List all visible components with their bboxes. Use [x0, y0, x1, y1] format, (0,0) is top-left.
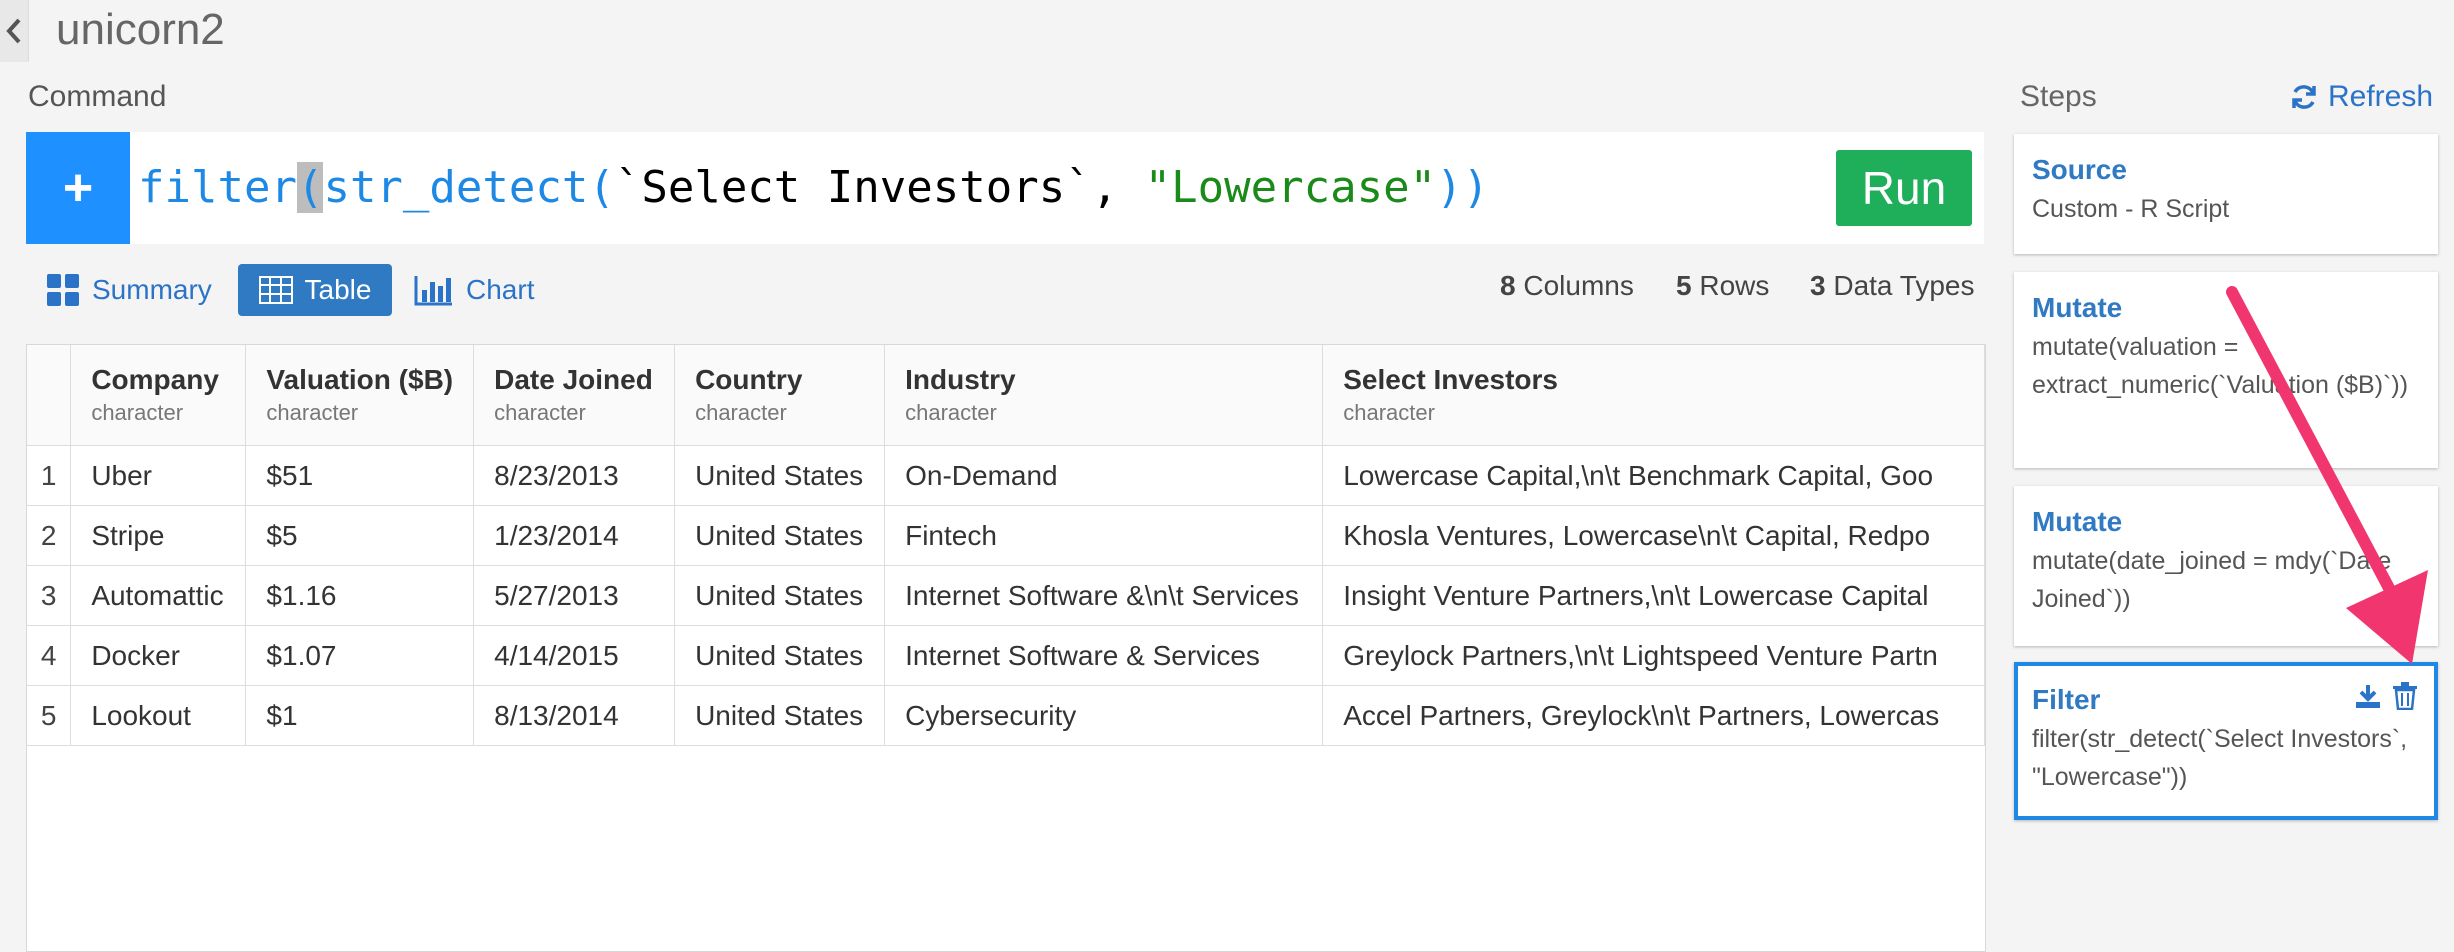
table-cell: Uber	[70, 445, 247, 506]
table-cell: $1.07	[245, 625, 475, 686]
table-row: 3 Automattic $1.16 5/27/2013 United Stat…	[27, 565, 1985, 626]
tab-chart[interactable]: Chart	[414, 264, 534, 316]
step-body: filter(str_detect(`Select Investors`, "L…	[2032, 725, 2408, 791]
table-header-row: Company character Valuation ($B) character…	[27, 345, 1985, 446]
step-card-mutate[interactable]: Mutate mutate(date_joined = mdy(`Date Jo…	[2014, 486, 2438, 646]
data-types-count: 3 Data Types	[1810, 270, 1975, 301]
table-cell: Fintech	[884, 505, 1324, 566]
page-title: unicorn2	[56, 5, 225, 54]
table-cell: United States	[674, 565, 886, 626]
table-cell: Automattic	[70, 565, 247, 626]
table-row: 1 Uber $51 8/23/2013 United States On-De…	[27, 445, 1985, 506]
table-cell: United States	[674, 625, 886, 686]
step-body: Custom - R Script	[2032, 195, 2230, 223]
table-cell: United States	[674, 445, 886, 506]
table-cell: Greylock Partners,\n\t Lightspeed Ventur…	[1322, 625, 1985, 686]
column-header[interactable]: Industry character	[884, 345, 1324, 446]
table-cell: Internet Software & Services	[884, 625, 1324, 686]
step-body: mutate(valuation = extract_numeric(`Valu…	[2032, 333, 2409, 399]
column-header[interactable]: Country character	[674, 345, 886, 446]
step-card-source[interactable]: Source Custom - R Script	[2014, 134, 2438, 254]
table-icon	[258, 276, 293, 304]
column-header[interactable]: Company character	[70, 345, 247, 446]
table-cell: Stripe	[70, 505, 247, 566]
column-header[interactable]: Date Joined character	[473, 345, 676, 446]
row-index: 1	[27, 445, 72, 506]
step-body: mutate(date_joined = mdy(`Date Joined`))	[2032, 547, 2392, 613]
grid-icon	[47, 274, 79, 306]
table-cell: Cybersecurity	[884, 685, 1324, 746]
step-title: Mutate	[2032, 292, 2123, 323]
table-cell: United States	[674, 505, 886, 566]
chevron-left-icon	[6, 18, 21, 44]
table-row: 4 Docker $1.07 4/14/2015 United States I…	[27, 625, 1985, 686]
columns-count: 8 Columns	[1500, 270, 1634, 301]
command-label: Command	[28, 80, 167, 113]
index-header	[27, 345, 72, 446]
command-text[interactable]: filter(str_detect(`Select Investors`, "L…	[138, 156, 1489, 220]
download-icon[interactable]	[2354, 682, 2382, 710]
column-header[interactable]: Select Investors character	[1322, 345, 1985, 446]
table-row: 5 Lookout $1 8/13/2014 United States Cyb…	[27, 685, 1985, 746]
step-title: Mutate	[2032, 506, 2123, 537]
step-card-mutate[interactable]: Mutate mutate(valuation = extract_numeri…	[2014, 272, 2438, 468]
refresh-button[interactable]: Refresh	[2290, 80, 2433, 114]
table-cell: United States	[674, 685, 886, 746]
run-button[interactable]: Run	[1836, 150, 1972, 226]
table-cell: Insight Venture Partners,\n\t Lowercase …	[1322, 565, 1985, 626]
table-cell: Lookout	[70, 685, 247, 746]
back-button[interactable]	[0, 0, 29, 62]
table-cell: $1	[245, 685, 475, 746]
column-header[interactable]: Valuation ($B) character	[245, 345, 475, 446]
bar-chart-icon	[414, 276, 452, 306]
step-card-filter[interactable]: Filter filter(str_detect(`Select Investo…	[2014, 662, 2438, 820]
text-cursor: (	[296, 162, 324, 213]
tab-table[interactable]: Table	[238, 264, 392, 316]
table-cell: Docker	[70, 625, 247, 686]
table-cell: $51	[245, 445, 475, 506]
plus-icon: +	[62, 159, 94, 217]
row-index: 3	[27, 565, 72, 626]
step-title: Source	[2032, 154, 2127, 185]
table-cell: On-Demand	[884, 445, 1324, 506]
row-index: 5	[27, 685, 72, 746]
data-table: Company character Valuation ($B) character…	[26, 344, 1986, 952]
table-cell: Accel Partners, Greylock\n\t Partners, L…	[1322, 685, 1985, 746]
table-cell: 8/23/2013	[473, 445, 676, 506]
table-cell: Khosla Ventures, Lowercase\n\t Capital, …	[1322, 505, 1985, 566]
table-cell: $1.16	[245, 565, 475, 626]
row-index: 2	[27, 505, 72, 566]
table-cell: 8/13/2014	[473, 685, 676, 746]
trash-icon[interactable]	[2392, 682, 2418, 710]
table-row: 2 Stripe $5 1/23/2014 United States Fint…	[27, 505, 1985, 566]
table-cell: Lowercase Capital,\n\t Benchmark Capital…	[1322, 445, 1985, 506]
rows-count: 5 Rows	[1676, 270, 1770, 301]
row-index: 4	[27, 625, 72, 686]
tab-summary[interactable]: Summary	[46, 264, 212, 316]
table-cell: Internet Software &\n\t Services	[884, 565, 1324, 626]
table-cell: $5	[245, 505, 475, 566]
table-cell: 4/14/2015	[473, 625, 676, 686]
table-cell: 1/23/2014	[473, 505, 676, 566]
steps-label: Steps	[2020, 80, 2097, 113]
table-cell: 5/27/2013	[473, 565, 676, 626]
add-command-button[interactable]: +	[26, 132, 130, 244]
refresh-icon	[2292, 85, 2316, 109]
